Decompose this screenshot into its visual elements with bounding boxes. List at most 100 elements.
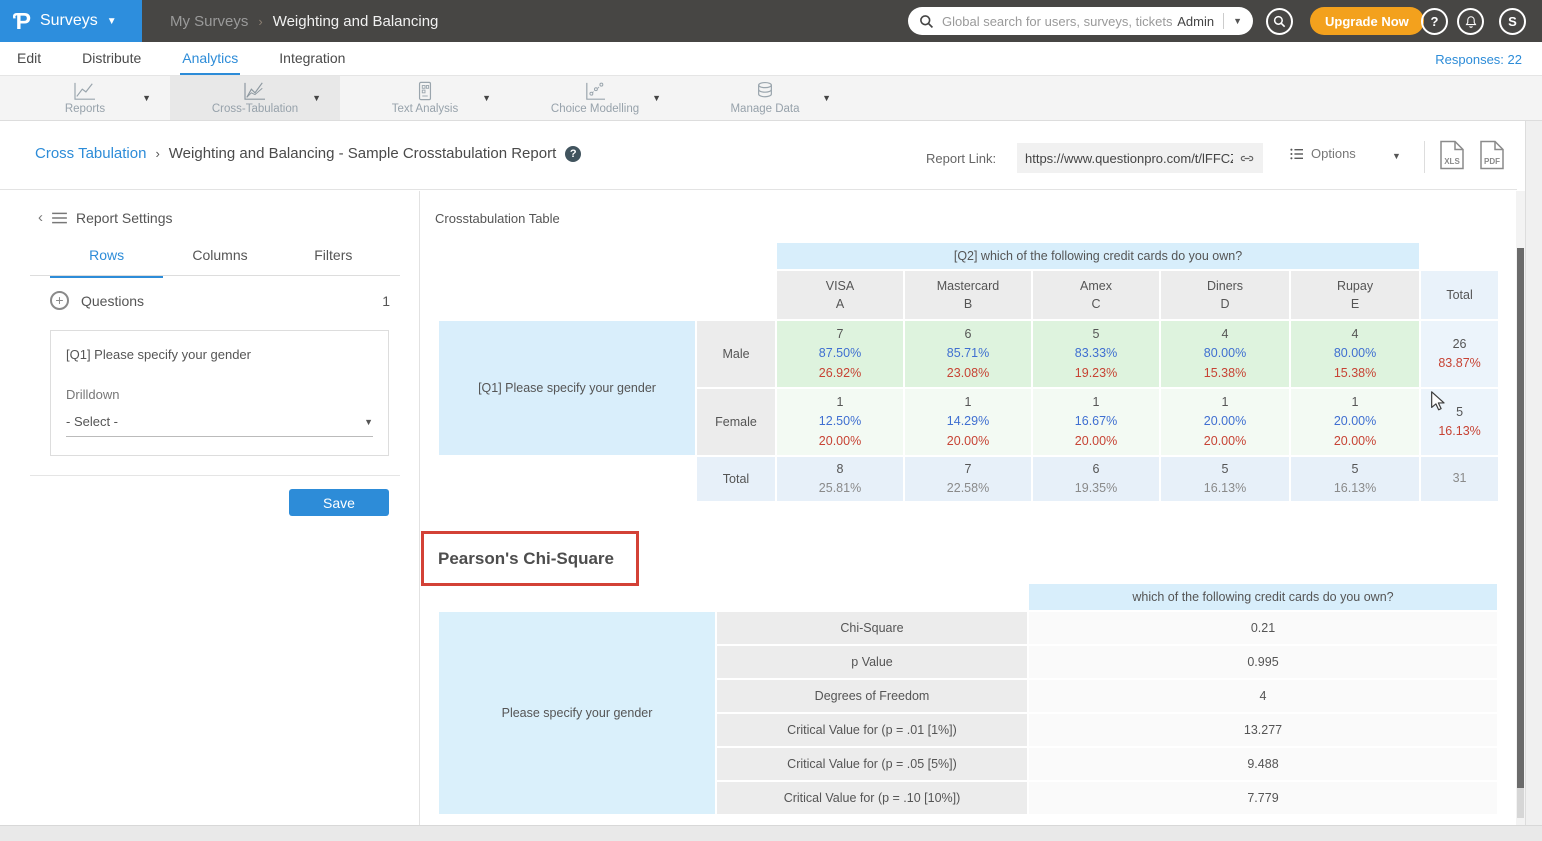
toolbar-item-cross-tabulation[interactable]: Cross-Tabulation ▼ [170, 76, 340, 120]
search-icon [1273, 15, 1286, 28]
chi-row-header: Please specify your gender [439, 612, 715, 814]
report-header-row: Cross Tabulation › Weighting and Balanci… [0, 121, 1517, 190]
toolbar-item-manage-data[interactable]: Manage Data ▼ [680, 76, 850, 120]
search-submit-button[interactable] [1266, 8, 1293, 35]
cell-male-diners: 480.00%15.38% [1161, 321, 1289, 387]
upgrade-now-button[interactable]: Upgrade Now [1310, 7, 1424, 35]
toolbar-item-text-analysis[interactable]: Text Analysis ▼ [340, 76, 510, 120]
cell-total-diners: 516.13% [1161, 457, 1289, 501]
toolbar-item-label: Choice Modelling [551, 103, 639, 115]
column-header-visa: VISAA [777, 271, 903, 319]
topbar-breadcrumb: My Surveys › Weighting and Balancing [170, 0, 438, 42]
tab-integration[interactable]: Integration [277, 42, 347, 75]
chi-value-degrees-of-freedom: 4 [1029, 680, 1497, 712]
cell-grand-total: 31 [1421, 457, 1498, 501]
tab-columns[interactable]: Columns [163, 247, 276, 278]
save-button[interactable]: Save [289, 489, 389, 516]
toolbar-item-label: Reports [65, 103, 105, 115]
chevron-down-icon[interactable]: ▼ [142, 93, 151, 103]
chi-label-chi-square: Chi-Square [717, 612, 1027, 644]
chi-column-header: which of the following credit cards do y… [1029, 584, 1497, 610]
toolbar-item-label: Manage Data [730, 103, 799, 115]
toolbar-item-choice-modelling[interactable]: Choice Modelling ▼ [510, 76, 680, 120]
window-bottom-strip [0, 825, 1542, 841]
cell-female-amex: 116.67%20.00% [1033, 389, 1159, 455]
search-scope-caret-icon[interactable]: ▼ [1233, 16, 1242, 26]
options-button[interactable]: Options [1290, 146, 1356, 161]
chevron-down-icon: ▼ [364, 417, 373, 427]
scrollbar-thumb-end [1517, 788, 1524, 818]
report-settings-header: ‹ Report Settings [38, 209, 173, 226]
top-bar: Ƥ Surveys ▼ My Surveys › Weighting and B… [0, 0, 1542, 42]
tab-edit[interactable]: Edit [15, 42, 43, 75]
cell-male-mastercard: 685.71%23.08% [905, 321, 1031, 387]
report-help-icon[interactable]: ? [565, 146, 581, 162]
export-pdf-icon[interactable]: PDF [1479, 140, 1505, 170]
chi-value-critical-1pct: 13.277 [1029, 714, 1497, 746]
chevron-down-icon[interactable]: ▼ [312, 93, 321, 103]
help-glyph: ? [1431, 14, 1439, 29]
collapse-panel-icon[interactable]: ‹ [38, 209, 43, 226]
chi-label-degrees-of-freedom: Degrees of Freedom [717, 680, 1027, 712]
report-link-url[interactable]: https://www.questionpro.com/t/lFFCZg [1025, 151, 1233, 166]
avatar[interactable]: S [1499, 8, 1526, 35]
chi-label-critical-1pct: Critical Value for (p = .01 [1%]) [717, 714, 1027, 746]
avatar-initial: S [1508, 14, 1517, 29]
chevron-down-icon[interactable]: ▼ [482, 93, 491, 103]
add-question-icon[interactable]: + [50, 291, 69, 310]
chi-square-highlight-box: Pearson's Chi-Square [421, 531, 639, 586]
crosstab-section-title: Crosstabulation Table [435, 211, 560, 226]
responses-count[interactable]: Responses: 22 [1435, 42, 1522, 76]
header-divider [1424, 141, 1425, 173]
breadcrumb-survey-name: Weighting and Balancing [273, 13, 439, 30]
drilldown-value: - Select - [66, 414, 118, 429]
help-button[interactable]: ? [1421, 8, 1448, 35]
tab-rows[interactable]: Rows [50, 247, 163, 278]
product-label: Surveys [40, 12, 98, 30]
toolbar-item-reports[interactable]: Reports ▼ [0, 76, 170, 120]
chi-value-p-value: 0.995 [1029, 646, 1497, 678]
search-icon [919, 14, 934, 29]
tab-distribute[interactable]: Distribute [80, 42, 143, 75]
cross-tabulation-link[interactable]: Cross Tabulation [35, 145, 146, 162]
chevron-down-icon[interactable]: ▼ [652, 93, 661, 103]
link-icon[interactable] [1239, 150, 1255, 167]
questions-row: + Questions 1 [50, 291, 390, 310]
cell-male-rupay: 480.00%15.38% [1291, 321, 1419, 387]
column-question-header: [Q2] which of the following credit cards… [777, 243, 1419, 269]
column-header-diners: DinersD [1161, 271, 1289, 319]
chi-value-critical-10pct: 7.779 [1029, 782, 1497, 814]
notifications-button[interactable] [1457, 8, 1484, 35]
crosstab-table: [Q2] which of the following credit cards… [437, 241, 1500, 503]
drilldown-select[interactable]: - Select - ▼ [66, 414, 373, 437]
row-header-total: Total [697, 457, 775, 501]
window-right-edge [1525, 121, 1542, 841]
export-xls-icon[interactable]: XLS [1439, 140, 1465, 170]
cell-total-visa: 825.81% [777, 457, 903, 501]
column-header-total: Total [1421, 271, 1498, 319]
database-icon [755, 81, 775, 101]
chevron-down-icon[interactable]: ▼ [822, 93, 831, 103]
global-search-input[interactable]: Global search for users, surveys, ticket… [908, 7, 1253, 35]
settings-tabs: Rows Columns Filters [50, 247, 390, 278]
row-header-male: Male [697, 321, 775, 387]
cell-total-mastercard: 722.58% [905, 457, 1031, 501]
toolbar-item-label: Cross-Tabulation [212, 103, 298, 115]
cell-male-amex: 583.33%19.23% [1033, 321, 1159, 387]
product-switcher[interactable]: Ƥ Surveys ▼ [0, 0, 142, 42]
report-link-field[interactable]: https://www.questionpro.com/t/lFFCZg [1017, 143, 1263, 173]
cell-male-visa: 787.50%26.92% [777, 321, 903, 387]
breadcrumb-my-surveys[interactable]: My Surveys [170, 13, 248, 30]
tab-filters[interactable]: Filters [277, 247, 390, 278]
report-settings-panel: ‹ Report Settings Rows Columns Filters +… [0, 191, 420, 825]
row-header-female: Female [697, 389, 775, 455]
survey-nav: Edit Distribute Analytics Integration [0, 42, 1542, 76]
search-scope-label[interactable]: Admin [1177, 14, 1214, 29]
cell-female-mastercard: 114.29%20.00% [905, 389, 1031, 455]
toolbar-item-label: Text Analysis [392, 103, 458, 115]
tab-analytics[interactable]: Analytics [180, 42, 240, 75]
breadcrumb-separator-icon: › [258, 14, 262, 29]
choice-modelling-icon [583, 81, 607, 101]
options-caret-icon[interactable]: ▼ [1392, 151, 1401, 161]
scrollbar-thumb[interactable] [1517, 248, 1524, 788]
